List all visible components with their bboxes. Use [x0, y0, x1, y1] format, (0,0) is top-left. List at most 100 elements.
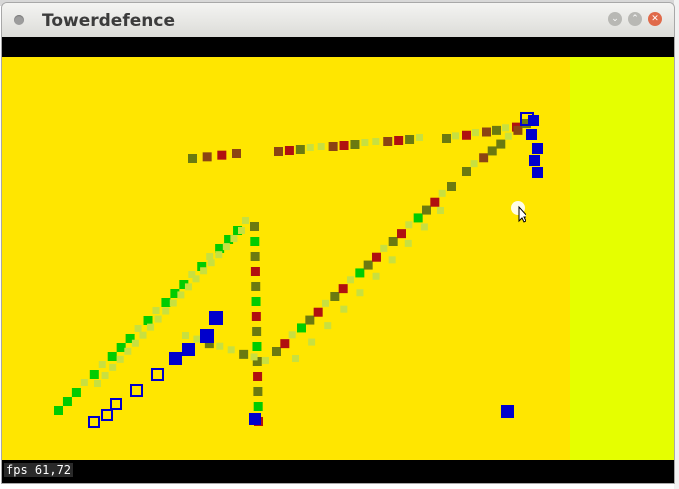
tower[interactable]	[209, 311, 223, 325]
creep	[292, 355, 299, 362]
creep	[422, 205, 431, 215]
creep	[169, 299, 177, 307]
creep	[161, 298, 171, 307]
creep	[94, 380, 101, 387]
creep	[98, 361, 106, 368]
creep	[355, 268, 365, 278]
creep	[305, 315, 315, 325]
maximize-icon: ⌃	[631, 14, 639, 24]
creep	[124, 347, 132, 355]
title-bar[interactable]: Towerdefence ⌄ ⌃ ✕	[2, 3, 674, 37]
creep	[420, 223, 428, 231]
creep	[394, 136, 404, 145]
creep	[253, 372, 263, 381]
creep	[192, 275, 200, 283]
creep	[284, 146, 294, 155]
creep	[193, 335, 201, 343]
creep	[250, 267, 260, 276]
creep	[222, 243, 230, 251]
creep	[202, 152, 212, 162]
creep	[200, 267, 208, 275]
creep	[513, 125, 523, 135]
creep	[154, 315, 162, 323]
window-dot-icon[interactable]	[14, 15, 24, 25]
top-hud-bar	[2, 37, 674, 57]
creep	[107, 352, 117, 361]
creep	[470, 160, 478, 168]
close-button[interactable]: ✕	[648, 12, 662, 26]
creep	[253, 402, 263, 411]
creep	[252, 342, 262, 351]
creep	[328, 142, 338, 151]
creep	[405, 221, 413, 229]
creep	[253, 387, 263, 396]
creep	[479, 153, 489, 163]
creep	[416, 134, 423, 141]
game-canvas[interactable]	[2, 57, 674, 460]
creep	[280, 339, 290, 349]
creep	[447, 182, 456, 191]
maximize-button[interactable]: ⌃	[628, 12, 642, 26]
creep	[363, 260, 373, 270]
creep	[347, 276, 354, 284]
creep	[177, 291, 185, 299]
creep	[372, 138, 380, 145]
tower[interactable]	[501, 405, 514, 418]
creep	[230, 235, 238, 243]
creep	[188, 154, 197, 163]
creep	[162, 307, 170, 315]
creep	[482, 127, 491, 137]
tower[interactable]	[249, 413, 261, 425]
minimize-icon: ⌄	[611, 14, 619, 24]
creep	[217, 150, 227, 160]
tower[interactable]	[182, 343, 195, 356]
creep	[317, 143, 325, 150]
creep	[250, 353, 258, 361]
creep	[152, 307, 160, 314]
mouse-cursor-icon	[510, 201, 530, 227]
tower[interactable]	[529, 155, 540, 166]
creep	[388, 237, 398, 246]
creep	[462, 130, 471, 140]
creep	[274, 147, 283, 156]
side-panel[interactable]	[570, 57, 674, 460]
window-title: Towerdefence	[42, 11, 175, 31]
creep	[215, 251, 223, 259]
close-icon: ✕	[651, 14, 659, 24]
creep	[356, 289, 364, 297]
creep	[227, 346, 235, 354]
creep	[80, 379, 88, 386]
tower[interactable]	[532, 167, 543, 178]
creep	[372, 252, 381, 262]
minimize-button[interactable]: ⌄	[608, 12, 622, 26]
creep	[251, 312, 261, 321]
creep	[306, 144, 314, 151]
creep	[313, 307, 323, 317]
creep	[295, 145, 305, 154]
creep	[502, 124, 509, 132]
creep	[134, 325, 142, 332]
creep	[62, 397, 72, 406]
tower[interactable]	[169, 352, 182, 365]
creep	[147, 323, 155, 331]
playfield[interactable]	[2, 57, 570, 460]
creep	[116, 355, 124, 363]
creep	[322, 299, 329, 307]
creep	[437, 207, 444, 214]
creep	[250, 237, 260, 246]
creep	[216, 342, 224, 350]
tower[interactable]	[200, 329, 214, 343]
creep	[182, 332, 189, 339]
creep	[71, 388, 81, 397]
creep	[372, 272, 380, 280]
creep	[442, 134, 451, 143]
creep	[252, 327, 262, 336]
tower[interactable]	[526, 129, 537, 140]
creep	[251, 297, 261, 306]
creep	[380, 244, 388, 252]
creep	[430, 197, 440, 207]
tower[interactable]	[532, 143, 543, 154]
creep	[452, 132, 459, 140]
creep	[131, 339, 139, 347]
creep	[462, 167, 471, 176]
